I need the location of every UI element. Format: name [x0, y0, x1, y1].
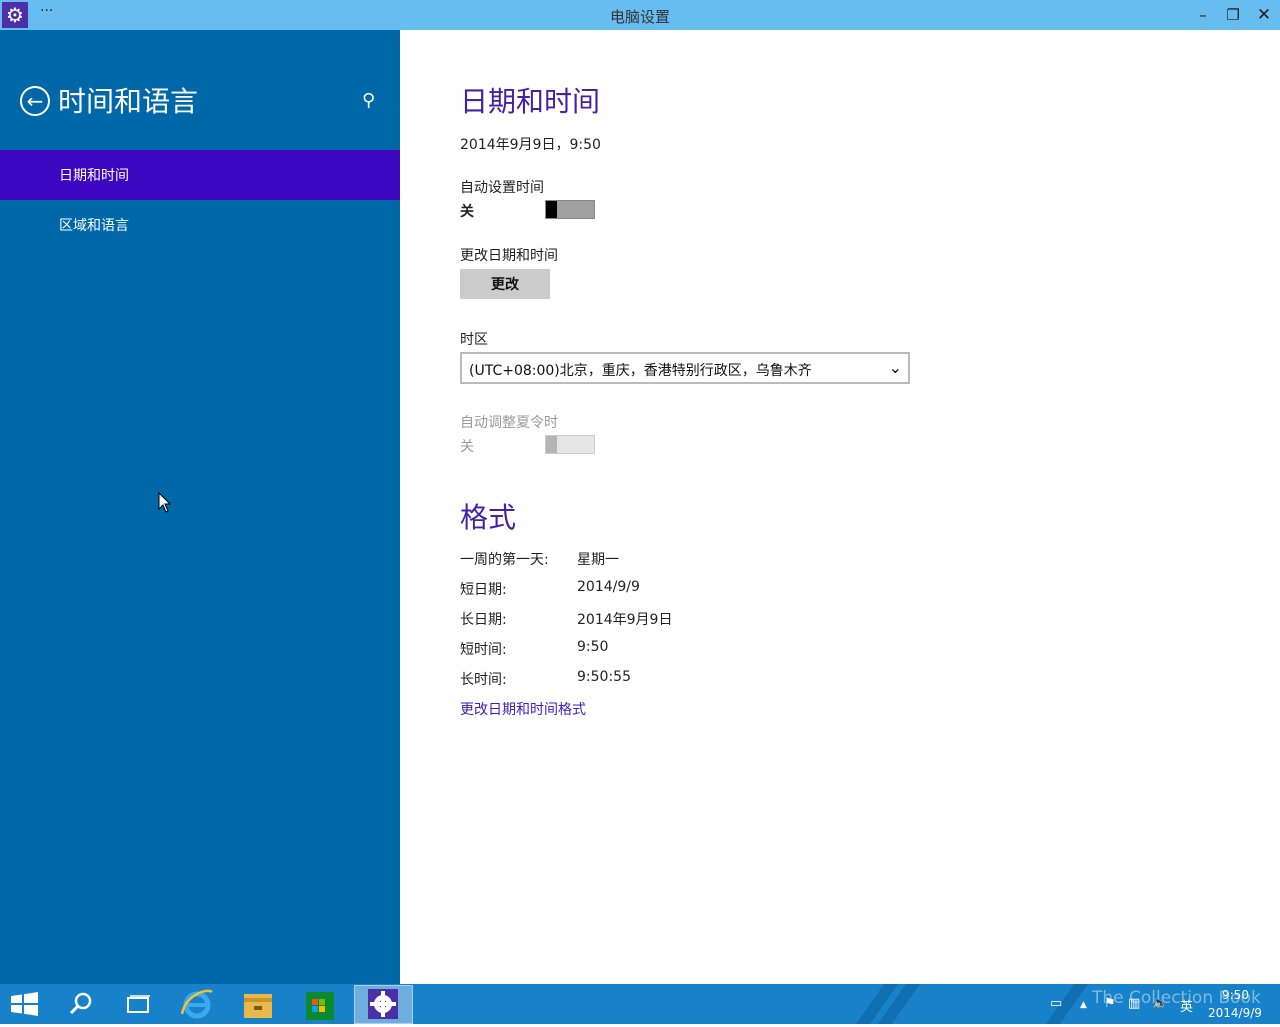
search-icon[interactable]: ⚲ — [362, 90, 375, 111]
close-button[interactable]: ✕ — [1251, 4, 1277, 26]
timezone-label: 时区 — [460, 332, 488, 348]
store-icon — [306, 992, 334, 1020]
format-value: 2014/9/9 — [577, 579, 640, 595]
auto-time-state: 关 — [460, 204, 474, 220]
auto-dst-state: 关 — [460, 439, 474, 455]
action-center-icon[interactable]: ▭ — [1050, 996, 1062, 1011]
auto-time-toggle[interactable] — [545, 200, 595, 219]
title-bar: ⚙ ··· 电脑设置 – ❐ ✕ — [0, 0, 1280, 30]
format-label: 长时间: — [460, 672, 507, 688]
file-explorer-button[interactable] — [234, 986, 282, 1022]
minimize-button[interactable]: – — [1190, 4, 1216, 26]
sidebar-item-label: 区域和语言 — [59, 218, 129, 234]
page-title: 日期和时间 — [460, 85, 601, 118]
taskbar: The Collection Book ▭ ▲ ⚑ ▥ 🔈 英 9:50 201… — [0, 984, 1280, 1024]
internet-explorer-button[interactable] — [172, 986, 220, 1022]
network-icon[interactable]: ▥ — [1128, 996, 1140, 1011]
settings-content: 日期和时间 2014年9月9日，9:50 自动设置时间 关 更改日期和时间 更改… — [400, 30, 1280, 984]
format-label: 长日期: — [460, 612, 507, 628]
change-format-link[interactable]: 更改日期和时间格式 — [460, 699, 586, 719]
sidebar-title: 时间和语言 — [58, 85, 199, 118]
toggle-knob — [546, 201, 557, 218]
volume-icon[interactable]: 🔈 — [1152, 996, 1168, 1011]
change-datetime-label: 更改日期和时间 — [460, 248, 558, 264]
pc-settings-button[interactable] — [354, 985, 413, 1024]
clock-time[interactable]: 9:50 — [1222, 988, 1249, 1002]
maximize-button[interactable]: ❐ — [1220, 4, 1246, 26]
internet-explorer-icon — [180, 989, 213, 1019]
format-label: 短日期: — [460, 582, 507, 598]
chevron-up-icon[interactable]: ▲ — [1080, 1000, 1087, 1010]
format-label: 短时间: — [460, 642, 507, 658]
toggle-knob — [546, 436, 557, 453]
clock-date[interactable]: 2014/9/9 — [1208, 1006, 1262, 1020]
folder-icon — [244, 994, 272, 1018]
task-view-icon — [127, 995, 150, 1013]
windows-logo-icon — [11, 992, 38, 1016]
chevron-down-icon: ⌄ — [888, 358, 902, 377]
back-arrow-icon[interactable]: ← — [20, 86, 50, 116]
ime-indicator[interactable]: 英 — [1180, 996, 1193, 1015]
task-view-button[interactable] — [114, 986, 162, 1022]
sidebar: ← 时间和语言 ⚲ 日期和时间 区域和语言 — [0, 30, 400, 984]
format-value: 星期一 — [577, 552, 619, 568]
auto-dst-toggle — [545, 435, 595, 454]
window-title: 电脑设置 — [609, 8, 670, 26]
format-value: 9:50 — [577, 639, 609, 655]
timezone-value: (UTC+08:00)北京，重庆，香港特别行政区，乌鲁木齐 — [469, 363, 812, 379]
mouse-cursor-icon — [158, 492, 172, 513]
format-value: 9:50:55 — [577, 669, 631, 685]
sidebar-item-label: 日期和时间 — [59, 168, 129, 184]
flag-icon[interactable]: ⚑ — [1104, 996, 1116, 1011]
taskbar-search-button[interactable] — [57, 986, 105, 1022]
search-icon — [69, 992, 92, 1015]
format-heading: 格式 — [460, 501, 517, 534]
auto-time-label: 自动设置时间 — [460, 180, 544, 196]
current-datetime: 2014年9月9日，9:50 — [460, 137, 601, 153]
sidebar-item-region-language[interactable]: 区域和语言 — [0, 200, 400, 250]
store-button[interactable] — [296, 986, 344, 1022]
change-datetime-button[interactable]: 更改 — [460, 269, 550, 299]
format-value: 2014年9月9日 — [577, 612, 673, 628]
settings-gear-icon — [368, 989, 398, 1019]
sidebar-item-date-time[interactable]: 日期和时间 — [0, 150, 400, 200]
auto-dst-label: 自动调整夏令时 — [460, 415, 558, 431]
timezone-select[interactable]: (UTC+08:00)北京，重庆，香港特别行政区，乌鲁木齐 ⌄ — [460, 352, 910, 384]
start-button[interactable] — [0, 986, 48, 1022]
format-label: 一周的第一天: — [460, 552, 549, 568]
